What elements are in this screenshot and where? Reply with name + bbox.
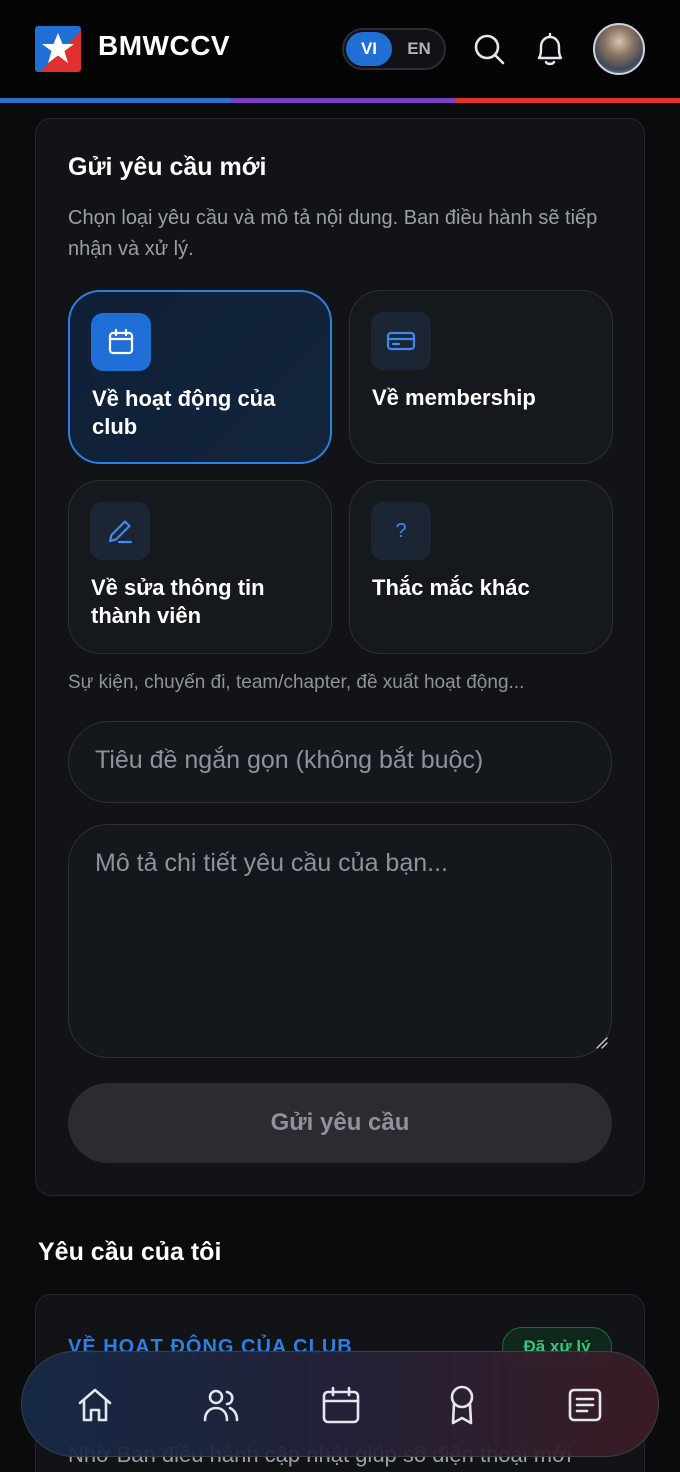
brand-name[interactable]: BMWCCV — [98, 30, 230, 62]
lang-en-button[interactable]: EN — [396, 32, 442, 66]
type-label: Thắc mắc khác — [372, 575, 530, 600]
detail-textarea[interactable]: Mô tả chi tiết yêu cầu của bạn... — [68, 824, 612, 1058]
submit-button[interactable]: Gửi yêu cầu — [68, 1083, 612, 1163]
home-icon[interactable] — [73, 1382, 117, 1428]
bottom-nav — [21, 1351, 659, 1457]
type-hint: Sự kiện, chuyến đi, team/chapter, đề xuấ… — [68, 672, 525, 693]
app-header: BMWCCV VI EN — [0, 0, 680, 98]
title-input[interactable]: Tiêu đề ngắn gọn (không bắt buộc) — [68, 721, 612, 803]
calendar-icon — [91, 313, 151, 371]
brand-stripe — [0, 98, 680, 103]
resize-handle-icon[interactable] — [593, 1034, 609, 1055]
search-icon[interactable] — [471, 30, 507, 68]
form-description: Chọn loại yêu cầu và mô tả nội dung. Ban… — [68, 207, 598, 260]
avatar[interactable] — [593, 23, 645, 75]
card-icon — [371, 312, 431, 370]
type-tile-other[interactable]: ? Thắc mắc khác — [349, 480, 613, 654]
notes-icon[interactable] — [563, 1382, 607, 1428]
club-logo[interactable] — [35, 26, 81, 72]
language-toggle[interactable]: VI EN — [342, 28, 446, 70]
my-requests-title: Yêu cầu của tôi — [38, 1238, 222, 1266]
detail-placeholder: Mô tả chi tiết yêu cầu của bạn... — [95, 849, 448, 877]
badge-icon[interactable] — [440, 1382, 484, 1428]
type-label: Về sửa thông tin thành viên — [91, 575, 265, 628]
title-placeholder: Tiêu đề ngắn gọn (không bắt buộc) — [95, 746, 484, 774]
type-tile-club-activity[interactable]: Về hoạt động của club — [68, 290, 332, 464]
type-label: Về membership — [372, 385, 536, 410]
calendar-icon[interactable] — [319, 1382, 363, 1428]
type-label: Về hoạt động của club — [92, 386, 276, 439]
pencil-icon — [90, 502, 150, 560]
type-tile-edit-info[interactable]: Về sửa thông tin thành viên — [68, 480, 332, 654]
type-tile-membership[interactable]: Về membership — [349, 290, 613, 464]
lang-vi-button[interactable]: VI — [346, 32, 392, 66]
question-icon: ? — [371, 502, 431, 560]
form-title: Gửi yêu cầu mới — [68, 153, 267, 181]
members-icon[interactable] — [199, 1382, 243, 1428]
bell-icon[interactable] — [532, 30, 568, 68]
